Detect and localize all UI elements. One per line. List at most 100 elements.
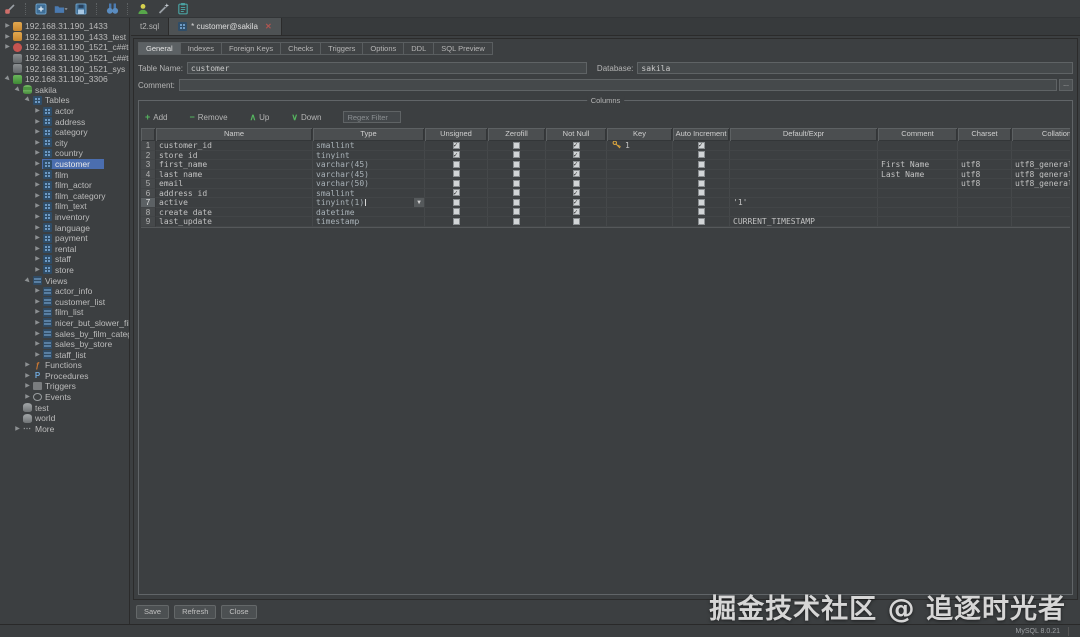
tree-item-film[interactable]: ▶film: [0, 169, 129, 180]
unsigned-checkbox[interactable]: [453, 170, 460, 177]
column-header-collation[interactable]: Collation: [1012, 128, 1070, 141]
column-header-auto-increment[interactable]: Auto Increment: [673, 128, 730, 141]
charset-cell[interactable]: utf8: [958, 170, 1012, 180]
key-cell[interactable]: 1: [607, 141, 673, 151]
column-type-cell[interactable]: datetime: [313, 208, 425, 218]
tree-collapsed-arrow[interactable]: ▶: [33, 191, 42, 201]
tree-collapsed-arrow[interactable]: ▶: [33, 265, 42, 275]
zerofill-checkbox[interactable]: [513, 180, 520, 187]
auto-increment-checkbox[interactable]: [698, 170, 705, 177]
column-header-key[interactable]: Key: [607, 128, 673, 141]
row-number[interactable]: 9: [141, 217, 156, 227]
comment-cell[interactable]: [878, 198, 958, 208]
tree-item-more[interactable]: ▶⋯More: [0, 424, 129, 435]
column-header-not-null[interactable]: Not Null: [546, 128, 607, 141]
default-expr-cell[interactable]: [730, 189, 878, 199]
unsigned-checkbox[interactable]: [453, 218, 460, 225]
clipboard-icon[interactable]: [176, 2, 190, 16]
zerofill-checkbox[interactable]: [513, 170, 520, 177]
column-type-cell[interactable]: tinyint: [313, 151, 425, 161]
collation-cell[interactable]: utf8_general_ci: [1012, 170, 1070, 180]
tree-item-country[interactable]: ▶country: [0, 148, 129, 159]
user-icon[interactable]: [136, 2, 150, 16]
tab-checks[interactable]: Checks: [281, 42, 321, 55]
tab-sql-preview[interactable]: SQL Preview: [434, 42, 493, 55]
new-file-icon[interactable]: [34, 2, 48, 16]
tree-collapsed-arrow[interactable]: ▶: [33, 201, 42, 211]
key-cell[interactable]: [607, 208, 673, 218]
tree-collapsed-arrow[interactable]: ▶: [13, 424, 22, 434]
tree-item-sales-by-store[interactable]: ▶sales_by_store: [0, 339, 129, 350]
tree-collapsed-arrow[interactable]: ▶: [33, 350, 42, 360]
zerofill-checkbox[interactable]: [513, 151, 520, 158]
tree-item-actor-info[interactable]: ▶actor_info: [0, 286, 129, 297]
column-name-cell[interactable]: last_name: [156, 170, 313, 180]
find-icon[interactable]: [105, 2, 119, 16]
comment-cell[interactable]: Last Name: [878, 170, 958, 180]
charset-cell[interactable]: [958, 189, 1012, 199]
refresh-button[interactable]: Refresh: [174, 605, 216, 619]
collation-cell[interactable]: [1012, 208, 1070, 218]
unsigned-checkbox[interactable]: [453, 161, 460, 168]
not-null-checkbox[interactable]: [573, 208, 580, 215]
save-button[interactable]: Save: [136, 605, 169, 619]
default-expr-cell[interactable]: [730, 208, 878, 218]
tree-item-nicer-but-slower-film-list[interactable]: ▶nicer_but_slower_film_list: [0, 318, 129, 329]
tree-collapsed-arrow[interactable]: ▶: [23, 360, 32, 370]
tree-item-test[interactable]: test: [0, 402, 129, 413]
move-down-button[interactable]: ∨ Down: [291, 113, 321, 122]
charset-cell[interactable]: utf8: [958, 179, 1012, 189]
row-number[interactable]: 1: [141, 141, 156, 151]
tree-item-world[interactable]: world: [0, 413, 129, 424]
tree-item-192-168-31-190-1521-c-test2[interactable]: 192.168.31.190_1521_c##test2: [0, 53, 129, 64]
tree-item-city[interactable]: ▶city: [0, 138, 129, 149]
tree-item-tables[interactable]: ▶Tables: [0, 95, 129, 106]
regex-filter-input[interactable]: [343, 111, 401, 123]
unsigned-checkbox[interactable]: [453, 151, 460, 158]
tree-item-192-168-31-190-1521-c-test1[interactable]: ▶192.168.31.190_1521_c##test1: [0, 42, 129, 53]
tab-general[interactable]: General: [138, 42, 181, 55]
tree-collapsed-arrow[interactable]: ▶: [33, 223, 42, 233]
charset-cell[interactable]: utf8: [958, 160, 1012, 170]
not-null-checkbox[interactable]: [573, 161, 580, 168]
column-name-cell[interactable]: customer_id: [156, 141, 313, 151]
auto-increment-checkbox[interactable]: [698, 208, 705, 215]
column-header-comment[interactable]: Comment: [878, 128, 958, 141]
tree-item-address[interactable]: ▶address: [0, 116, 129, 127]
tree-collapsed-arrow[interactable]: ▶: [33, 159, 42, 169]
tree-item-sales-by-film-category[interactable]: ▶sales_by_film_category: [0, 328, 129, 339]
column-header-unsigned[interactable]: Unsigned: [425, 128, 488, 141]
zerofill-checkbox[interactable]: [513, 199, 520, 206]
column-name-cell[interactable]: store_id: [156, 151, 313, 161]
collation-cell[interactable]: [1012, 217, 1070, 227]
unsigned-checkbox[interactable]: [453, 199, 460, 206]
tree-item-film-list[interactable]: ▶film_list: [0, 307, 129, 318]
database-input[interactable]: [637, 62, 1073, 74]
tree-item-customer[interactable]: ▶customer: [0, 159, 129, 170]
tree-item-staff[interactable]: ▶staff: [0, 254, 129, 265]
comment-cell[interactable]: [878, 179, 958, 189]
column-type-cell[interactable]: tinyint(1)▼: [313, 198, 425, 208]
auto-increment-checkbox[interactable]: [698, 151, 705, 158]
collation-cell[interactable]: [1012, 189, 1070, 199]
tab-options[interactable]: Options: [363, 42, 404, 55]
tree-item-triggers[interactable]: ▶Triggers: [0, 381, 129, 392]
tree-item-views[interactable]: ▶Views: [0, 275, 129, 286]
auto-increment-checkbox[interactable]: [698, 180, 705, 187]
not-null-checkbox[interactable]: [573, 151, 580, 158]
key-cell[interactable]: [607, 179, 673, 189]
editor-tab-t2-sql[interactable]: t2.sql: [131, 18, 169, 35]
comment-cell[interactable]: [878, 141, 958, 151]
column-type-cell[interactable]: timestamp: [313, 217, 425, 227]
comment-more-button[interactable]: ...: [1059, 79, 1073, 91]
tab-foreign-keys[interactable]: Foreign Keys: [222, 42, 281, 55]
comment-cell[interactable]: [878, 208, 958, 218]
tree-collapsed-arrow[interactable]: ▶: [33, 106, 42, 116]
key-cell[interactable]: [607, 189, 673, 199]
tree-item-rental[interactable]: ▶rental: [0, 243, 129, 254]
tree-collapsed-arrow[interactable]: ▶: [3, 32, 12, 42]
auto-increment-checkbox[interactable]: [698, 142, 705, 149]
wand-icon[interactable]: [156, 2, 170, 16]
unsigned-checkbox[interactable]: [453, 180, 460, 187]
tree-item-customer-list[interactable]: ▶customer_list: [0, 296, 129, 307]
